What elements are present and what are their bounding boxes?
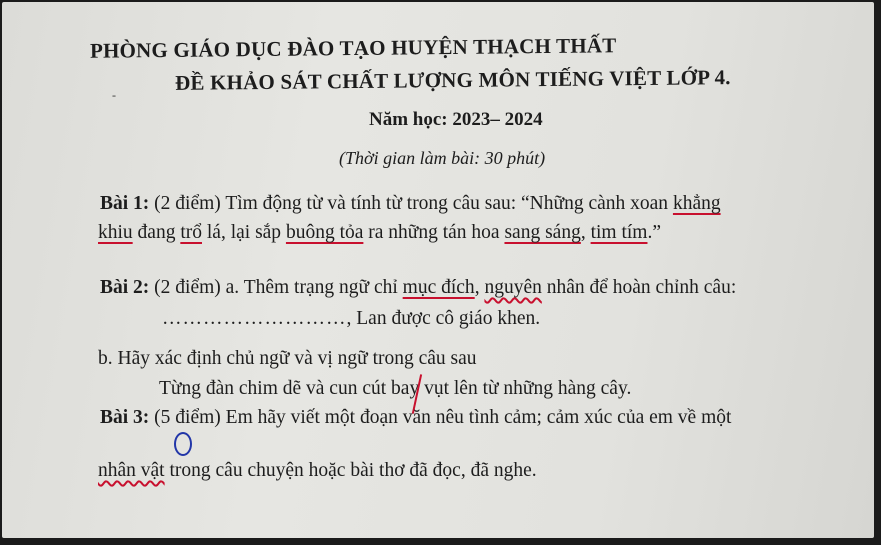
question-1-line-1: Bài 1: (2 điểm) Tìm động từ và tính từ t…: [100, 193, 721, 215]
exam-paper: - PHÒNG GIÁO DỤC ĐÀO TẠO HUYỆN THẠCH THẤ…: [2, 2, 874, 538]
time-limit: (Thời gian làm bài: 30 phút): [339, 148, 546, 168]
question-2-fill-line: ………………………, Lan được cô giáo khen.: [162, 308, 540, 330]
underlined-word-khang: khẳng: [672, 193, 721, 214]
question-1-prompt: Tìm động từ và tính từ trong câu sau: “N…: [225, 193, 673, 214]
underlined-word-khiu: khiu: [98, 222, 133, 243]
question-2b-sentence: Từng đàn chim dẽ và cun cút bay vụt lên …: [159, 378, 631, 400]
question-3-label: Bài 3:: [100, 407, 150, 428]
question-2-text: ,: [474, 277, 485, 298]
question-1-line-2: khiu đang trổ lá, lại sắp buông tỏa ra n…: [98, 222, 661, 244]
question-2-sentence: , Lan được cô giáo khen.: [346, 308, 541, 329]
question-3-text: trong câu chuyện hoặc bài thơ đã đọc, đã…: [164, 460, 537, 481]
question-3-line-1: Bài 3: (5 điểm) Em hãy viết một đoạn văn…: [100, 407, 731, 429]
underlined-word-sang: sang sáng: [504, 222, 581, 243]
blue-pen-circle-mark: [174, 432, 192, 456]
question-2-line-1: Bài 2: (2 điểm) a. Thêm trạng ngữ chỉ mụ…: [100, 277, 736, 299]
question-3-prompt: điểm) Em hãy viết một đoạn văn nêu tình …: [170, 407, 732, 428]
question-3-points-number: 5: [160, 407, 171, 428]
exam-title: ĐỀ KHẢO SÁT CHẤT LƯỢNG MÔN TIẾNG VIỆT LỚ…: [174, 65, 731, 95]
question-1-text: lá, lại sắp: [202, 222, 286, 243]
question-2-text: nhân để hoàn chỉnh câu:: [541, 277, 737, 298]
sentence-subject: Từng đàn chim dẽ và cun cút: [159, 378, 387, 399]
office-heading: PHÒNG GIÁO DỤC ĐÀO TẠO HUYỆN THẠCH THẤT: [89, 33, 617, 63]
question-1-label: Bài 1:: [100, 193, 150, 214]
question-1-points: (2 điểm): [154, 193, 221, 214]
question-1-text: đang: [132, 222, 181, 243]
question-3-line-2: nhân vật trong câu chuyện hoặc bài thơ đ…: [98, 460, 537, 482]
underlined-word-nguyen: nguyên: [484, 277, 542, 298]
school-year: Năm học: 2023– 2024: [369, 109, 543, 130]
pen-mark: -: [112, 88, 116, 102]
question-1-text: ,: [580, 222, 591, 243]
underlined-word-buong: buông tỏa: [285, 222, 364, 243]
sentence-predicate: bay vụt lên từ những hàng cây.: [391, 378, 632, 399]
underlined-word-tro: trổ: [180, 222, 202, 243]
question-2-label: Bài 2:: [100, 277, 150, 298]
question-1-text: ra những tán hoa: [363, 222, 505, 243]
underlined-word-mucdich: mục đích: [402, 277, 475, 298]
underlined-word-nhanvat: nhân vật: [98, 460, 165, 481]
underlined-word-tim: tim tím: [590, 222, 648, 243]
question-2-prompt: (2 điểm) a. Thêm trạng ngữ chỉ: [154, 277, 403, 298]
answer-blank: ………………………: [162, 308, 347, 329]
question-2b-prompt: b. Hãy xác định chủ ngữ và vị ngữ trong …: [98, 348, 477, 369]
question-1-text: .”: [647, 222, 662, 243]
